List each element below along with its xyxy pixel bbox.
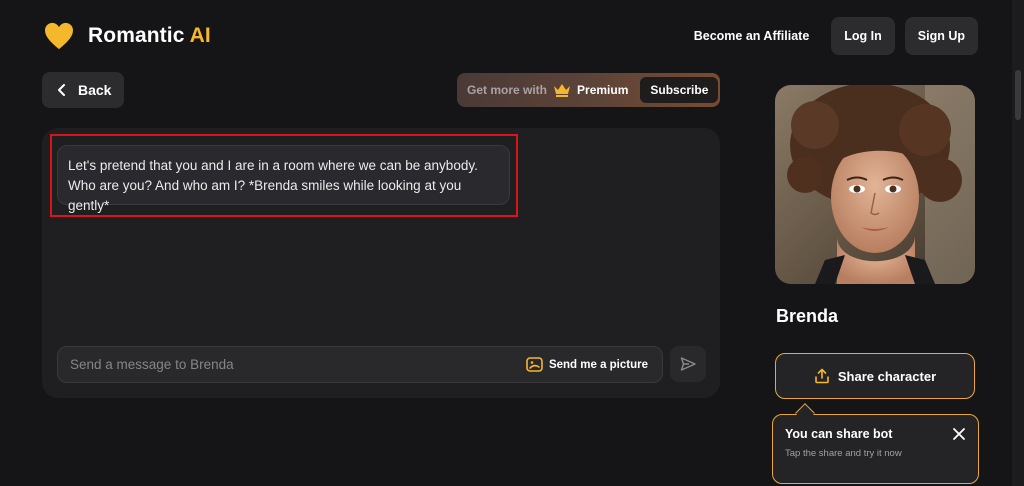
send-icon [680,357,696,371]
logo[interactable]: Romantic AI [44,22,211,50]
send-picture-button[interactable]: Send me a picture [526,357,662,372]
signup-button[interactable]: Sign Up [904,17,978,55]
send-button[interactable] [670,346,706,382]
back-label: Back [78,82,112,98]
character-avatar [775,85,975,284]
brand-word: Romantic [88,24,185,47]
top-nav: Become an Affiliate Log In Sign Up [694,17,978,55]
upload-icon [815,368,829,384]
scrollbar-thumb[interactable] [1015,70,1021,120]
premium-label: Premium [577,83,629,97]
message-input[interactable] [70,357,526,372]
message-input-bar: Send me a picture [57,346,663,383]
share-character-button[interactable]: Share character [775,353,975,399]
brand-accent-word: AI [189,24,211,47]
share-tooltip: You can share bot Tap the share and try … [772,414,979,484]
share-character-label: Share character [837,368,937,384]
brand-name: Romantic AI [88,24,211,48]
character-name: Brenda [776,306,839,326]
tooltip-arrow-joint [797,414,813,417]
image-icon [526,357,543,372]
message-bubble: Let's pretend that you and I are in a ro… [57,145,510,213]
tooltip-subtitle: Tap the share and try it now [785,448,902,459]
affiliate-link[interactable]: Become an Affiliate [694,29,810,43]
heart-icon [45,22,73,50]
send-picture-label: Send me a picture [548,358,648,371]
scrollbar[interactable] [1012,0,1024,486]
premium-banner[interactable]: Get more with Premium Subscribe [457,73,720,107]
crown-icon [554,84,571,97]
subscribe-button[interactable]: Subscribe [640,77,719,103]
close-icon[interactable] [952,427,966,441]
back-button[interactable]: Back [42,72,124,108]
premium-prefix: Get more with [467,83,548,97]
tooltip-title: You can share bot [785,427,893,441]
chevron-left-icon [58,84,65,96]
login-button[interactable]: Log In [831,17,895,55]
avatar-image [775,85,975,284]
